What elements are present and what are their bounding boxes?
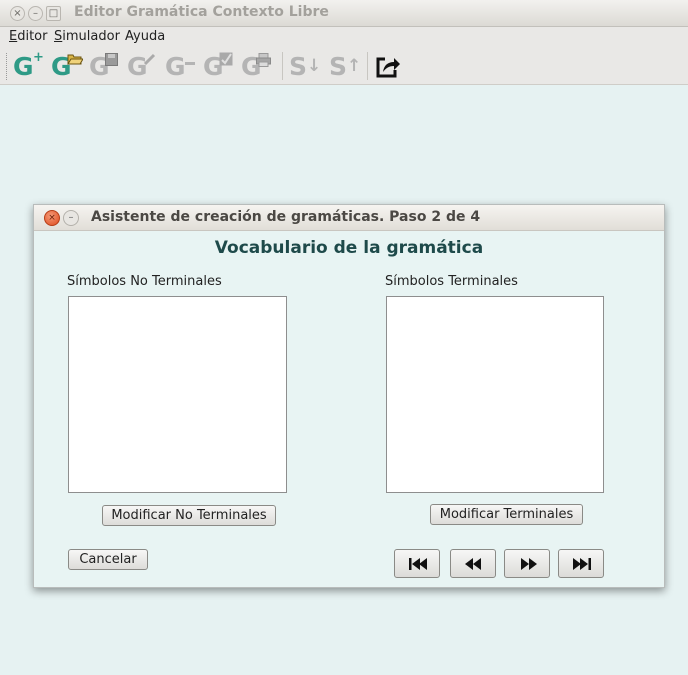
symbol-up-icon: S — [329, 52, 348, 81]
menu-ayuda[interactable]: Ayuda — [125, 29, 165, 44]
symbol-up-button[interactable]: S ↑ — [327, 50, 361, 82]
folder-icon — [67, 54, 83, 65]
toolbar-separator-2 — [367, 52, 368, 80]
disk-icon — [105, 53, 118, 66]
dialog-minimize-button[interactable]: – — [63, 210, 79, 226]
nonterminals-label: Símbolos No Terminales — [67, 274, 222, 289]
first-page-icon — [409, 558, 427, 570]
plus-badge: + — [33, 50, 44, 65]
dialog-titlebar: × – Asistente de creación de gramáticas.… — [34, 205, 664, 231]
toolbar-grip[interactable] — [6, 53, 9, 80]
menu-editor-rest: ditor — [17, 29, 48, 44]
symbol-down-button[interactable]: S ↓ — [287, 50, 321, 82]
grammar-new-icon: G — [13, 52, 34, 81]
symbol-down-icon: S — [289, 52, 308, 81]
menu-editor[interactable]: Editor — [9, 29, 47, 44]
window-close-button[interactable]: × — [10, 6, 25, 21]
terminals-label: Símbolos Terminales — [385, 274, 518, 289]
minus-badge-icon — [185, 62, 195, 65]
previous-step-button[interactable] — [450, 549, 496, 578]
toolbar: G + G G G G G G S ↓ S ↑ — [0, 48, 688, 85]
window-title: Editor Gramática Contexto Libre — [74, 4, 329, 20]
pencil-icon — [143, 53, 156, 66]
window-minimize-button[interactable]: – — [28, 6, 43, 21]
print-grammar-button[interactable]: G — [239, 50, 273, 82]
last-step-button[interactable] — [558, 549, 604, 578]
check-grammar-button[interactable]: G — [201, 50, 235, 82]
dialog-close-button[interactable]: × — [44, 210, 60, 226]
previous-icon — [465, 558, 481, 570]
cancel-button[interactable]: Cancelar — [68, 549, 148, 570]
first-step-button[interactable] — [394, 549, 440, 578]
toolbar-separator — [282, 52, 283, 80]
arrow-up-icon: ↑ — [347, 56, 362, 76]
remove-grammar-button[interactable]: G — [163, 50, 197, 82]
menubar: Editor Simulador Ayuda — [0, 27, 688, 48]
menu-editor-mnemonic: E — [9, 29, 18, 44]
last-page-icon — [573, 558, 591, 570]
nonterminals-list[interactable] — [68, 296, 287, 493]
wizard-dialog: × – Asistente de creación de gramáticas.… — [33, 204, 665, 588]
next-step-button[interactable] — [504, 549, 550, 578]
check-badge-icon — [219, 52, 233, 66]
new-grammar-button[interactable]: G + — [11, 50, 45, 82]
open-grammar-button[interactable]: G — [49, 50, 83, 82]
window-titlebar: × – □ Editor Gramática Contexto Libre — [0, 0, 688, 27]
dialog-title: Asistente de creación de gramáticas. Pas… — [91, 209, 481, 225]
arrow-down-icon: ↓ — [307, 56, 322, 76]
printer-icon — [256, 53, 271, 67]
modify-terminals-button[interactable]: Modificar Terminales — [430, 504, 583, 525]
save-grammar-button[interactable]: G — [87, 50, 121, 82]
dialog-heading: Vocabulario de la gramática — [214, 238, 484, 258]
export-icon — [376, 57, 400, 78]
grammar-remove-icon: G — [165, 52, 186, 81]
next-icon — [521, 558, 537, 570]
menu-simulador[interactable]: Simulador — [54, 29, 120, 44]
edit-grammar-button[interactable]: G — [125, 50, 159, 82]
menu-simulador-rest: imulador — [62, 29, 120, 44]
modify-nonterminals-button[interactable]: Modificar No Terminales — [102, 505, 276, 526]
export-button[interactable] — [372, 50, 406, 82]
terminals-list[interactable] — [386, 296, 604, 493]
window-maximize-button[interactable]: □ — [46, 6, 61, 21]
